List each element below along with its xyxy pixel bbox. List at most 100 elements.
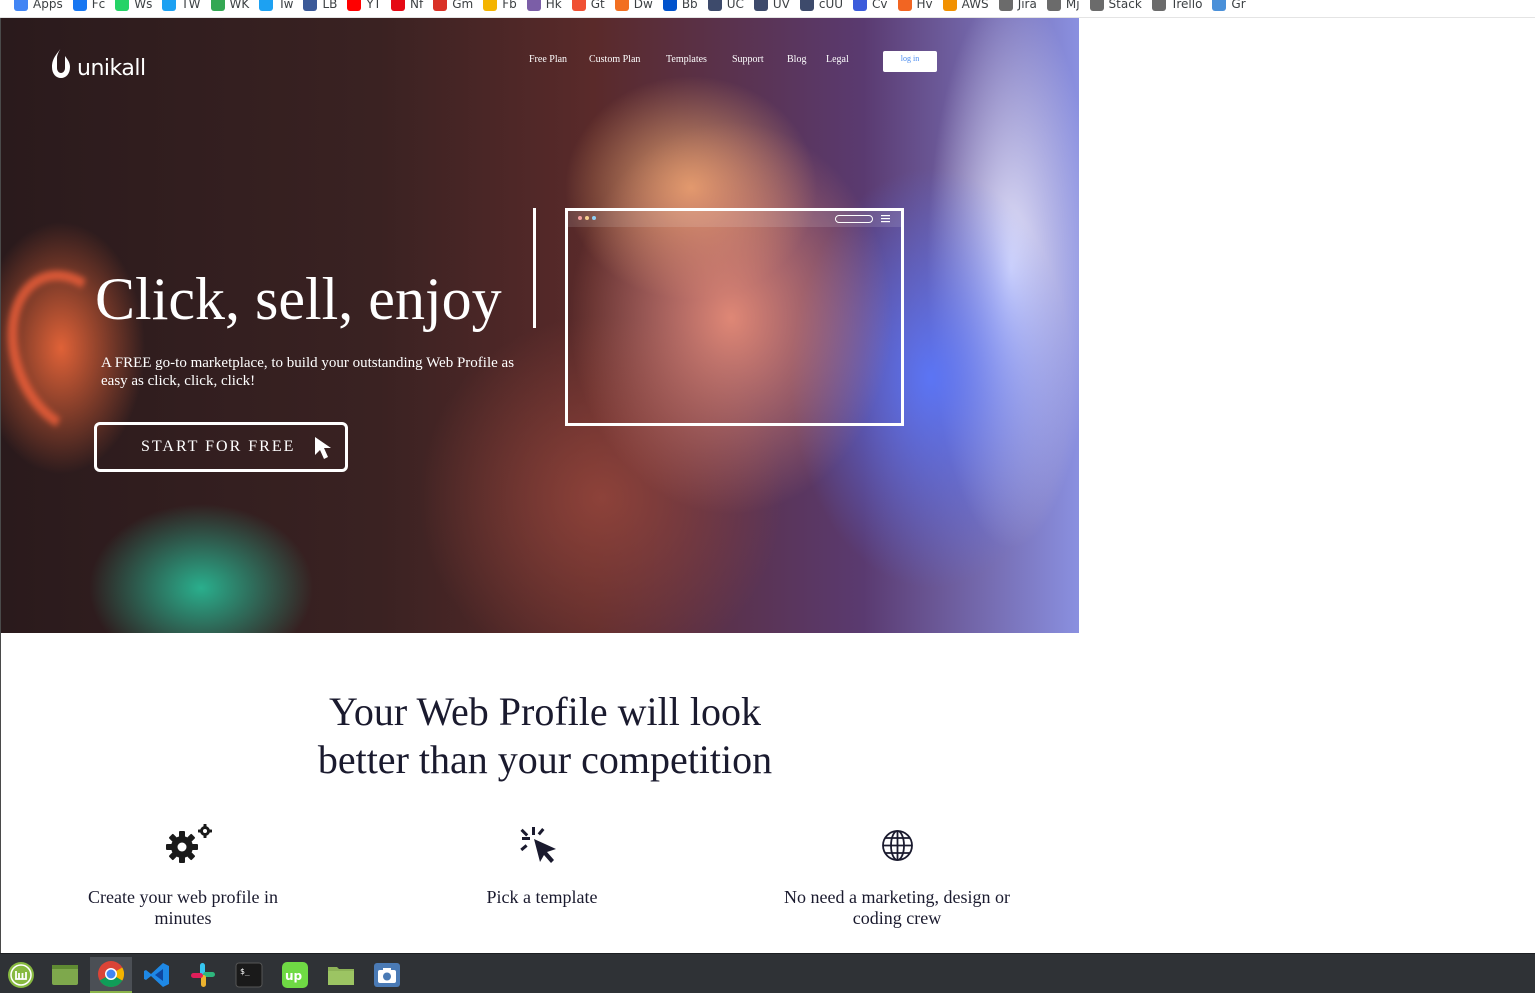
bookmark-item[interactable]: Trello — [1151, 0, 1203, 11]
bookmark-label: Gt — [590, 0, 605, 11]
gears-icon — [166, 824, 212, 863]
bookmark-favicon-icon — [1151, 0, 1166, 11]
bookmark-item[interactable]: Fb — [483, 0, 517, 11]
bookmark-item[interactable]: Dw — [614, 0, 653, 11]
bookmark-label: Gr — [1231, 0, 1246, 11]
hero-subtitle: A FREE go-to marketplace, to build your … — [101, 355, 515, 389]
bookmark-item[interactable]: UV — [753, 0, 790, 11]
bookmark-item[interactable]: Fc — [72, 0, 106, 11]
bookmark-favicon-icon — [614, 0, 629, 11]
svg-text:$_: $_ — [240, 967, 250, 976]
bookmark-favicon-icon — [391, 0, 406, 11]
nav-link-support[interactable]: Support — [732, 54, 764, 65]
search-bar-icon — [835, 215, 873, 223]
bookmark-label: Hk — [545, 0, 562, 11]
bookmark-label: Ws — [134, 0, 153, 11]
nav-link-free-plan[interactable]: Free Plan — [529, 54, 567, 65]
taskbar-files[interactable] — [44, 957, 86, 993]
bookmark-item[interactable]: Apps — [14, 0, 63, 11]
bookmark-item[interactable]: Mj — [1046, 0, 1080, 11]
bookmark-item[interactable]: UC — [707, 0, 744, 11]
bookmark-item[interactable]: Gm — [433, 0, 473, 11]
bookmark-favicon-icon — [433, 0, 448, 11]
bookmark-favicon-icon — [662, 0, 677, 11]
bookmark-label: cUU — [818, 0, 844, 11]
bookmark-label: WK — [229, 0, 250, 11]
taskbar-slack[interactable] — [182, 957, 224, 993]
start-for-free-button[interactable]: START FOR FREE — [94, 422, 348, 472]
click-cursor-icon — [520, 827, 556, 863]
bookmark-item[interactable]: Cv — [853, 0, 888, 11]
chrome-icon — [98, 961, 125, 988]
bookmark-favicon-icon — [259, 0, 274, 11]
taskbar-screenshot[interactable] — [366, 957, 408, 993]
feature-no-crew: No need a marketing, design or coding cr… — [784, 887, 1010, 928]
bookmark-label: Apps — [33, 0, 63, 11]
pointer-click-icon — [315, 437, 331, 459]
vscode-icon — [144, 963, 169, 987]
bookmark-label: Fb — [502, 0, 517, 11]
bookmark-item[interactable]: Jira — [998, 0, 1037, 11]
taskbar-vscode[interactable] — [136, 957, 178, 993]
bookmark-item[interactable]: Bb — [662, 0, 698, 11]
bookmark-label: LB — [322, 0, 338, 11]
mint-menu-button[interactable] — [0, 957, 42, 993]
login-button[interactable]: log in — [883, 51, 937, 72]
bookmark-item[interactable]: LB — [303, 0, 337, 11]
slack-icon — [191, 963, 215, 987]
bookmark-favicon-icon — [799, 0, 814, 11]
browser-frame-decoration — [565, 208, 904, 426]
taskbar-folder[interactable] — [320, 957, 362, 993]
taskbar-terminal[interactable]: $_ — [228, 957, 270, 993]
nav-link-blog[interactable]: Blog — [787, 54, 806, 65]
bookmark-favicon-icon — [571, 0, 586, 11]
bookmarks-bar: Apps Fc Ws TW WK Tw LB YT Nf Gm Fb Hk Gt Dw Bb UC UV cUU C… — [0, 0, 1535, 18]
screenshot-icon — [374, 963, 400, 987]
window-dot-icon — [578, 216, 582, 220]
bookmark-item[interactable]: Gt — [571, 0, 605, 11]
cta-label: START FOR FREE — [141, 438, 296, 455]
window-dot-icon — [585, 216, 589, 220]
nav-link-custom-plan[interactable]: Custom Plan — [589, 54, 640, 65]
bookmark-favicon-icon — [998, 0, 1013, 11]
bookmark-item[interactable]: Tw — [259, 0, 293, 11]
bookmark-item[interactable]: TW — [162, 0, 201, 11]
bookmark-label: Nf — [410, 0, 424, 11]
bookmark-item[interactable]: Ws — [115, 0, 152, 11]
upwork-icon: up — [282, 962, 308, 988]
bookmark-favicon-icon — [897, 0, 912, 11]
bookmark-favicon-icon — [115, 0, 130, 11]
bookmark-label: Stack — [1108, 0, 1142, 11]
bookmark-favicon-icon — [707, 0, 722, 11]
os-taskbar: $_ up — [0, 953, 1535, 993]
bookmark-item[interactable]: YT — [347, 0, 381, 11]
bookmark-label: UC — [726, 0, 744, 11]
bookmark-item[interactable]: Hk — [526, 0, 562, 11]
terminal-icon: $_ — [235, 962, 263, 988]
bookmark-item[interactable]: AWS — [942, 0, 989, 11]
nav-link-templates[interactable]: Templates — [666, 54, 707, 65]
text-cursor-decoration — [533, 208, 536, 328]
bookmark-label: AWS — [961, 0, 989, 11]
bookmark-favicon-icon — [1046, 0, 1061, 11]
mint-menu-icon — [8, 962, 34, 988]
bookmark-item[interactable]: WK — [210, 0, 250, 11]
bookmark-favicon-icon — [347, 0, 362, 11]
bookmark-label: Mj — [1065, 0, 1080, 11]
bookmark-label: Trello — [1170, 0, 1203, 11]
bookmark-favicon-icon — [526, 0, 541, 11]
taskbar-chrome[interactable] — [90, 957, 132, 993]
bookmark-item[interactable]: cUU — [799, 0, 844, 11]
hamburger-menu-icon — [881, 215, 890, 223]
bookmark-item[interactable]: Nf — [391, 0, 423, 11]
files-icon — [52, 965, 78, 985]
nav-link-legal[interactable]: Legal — [826, 54, 849, 65]
bookmark-item[interactable]: Hv — [897, 0, 933, 11]
bookmark-label: Fc — [91, 0, 106, 11]
bookmark-item[interactable]: Stack — [1089, 0, 1142, 11]
taskbar-upwork[interactable]: up — [274, 957, 316, 993]
bookmark-favicon-icon — [1089, 0, 1104, 11]
bookmark-favicon-icon — [14, 0, 28, 11]
bookmark-item[interactable]: Gr — [1212, 0, 1246, 11]
bookmark-favicon-icon — [753, 0, 768, 11]
